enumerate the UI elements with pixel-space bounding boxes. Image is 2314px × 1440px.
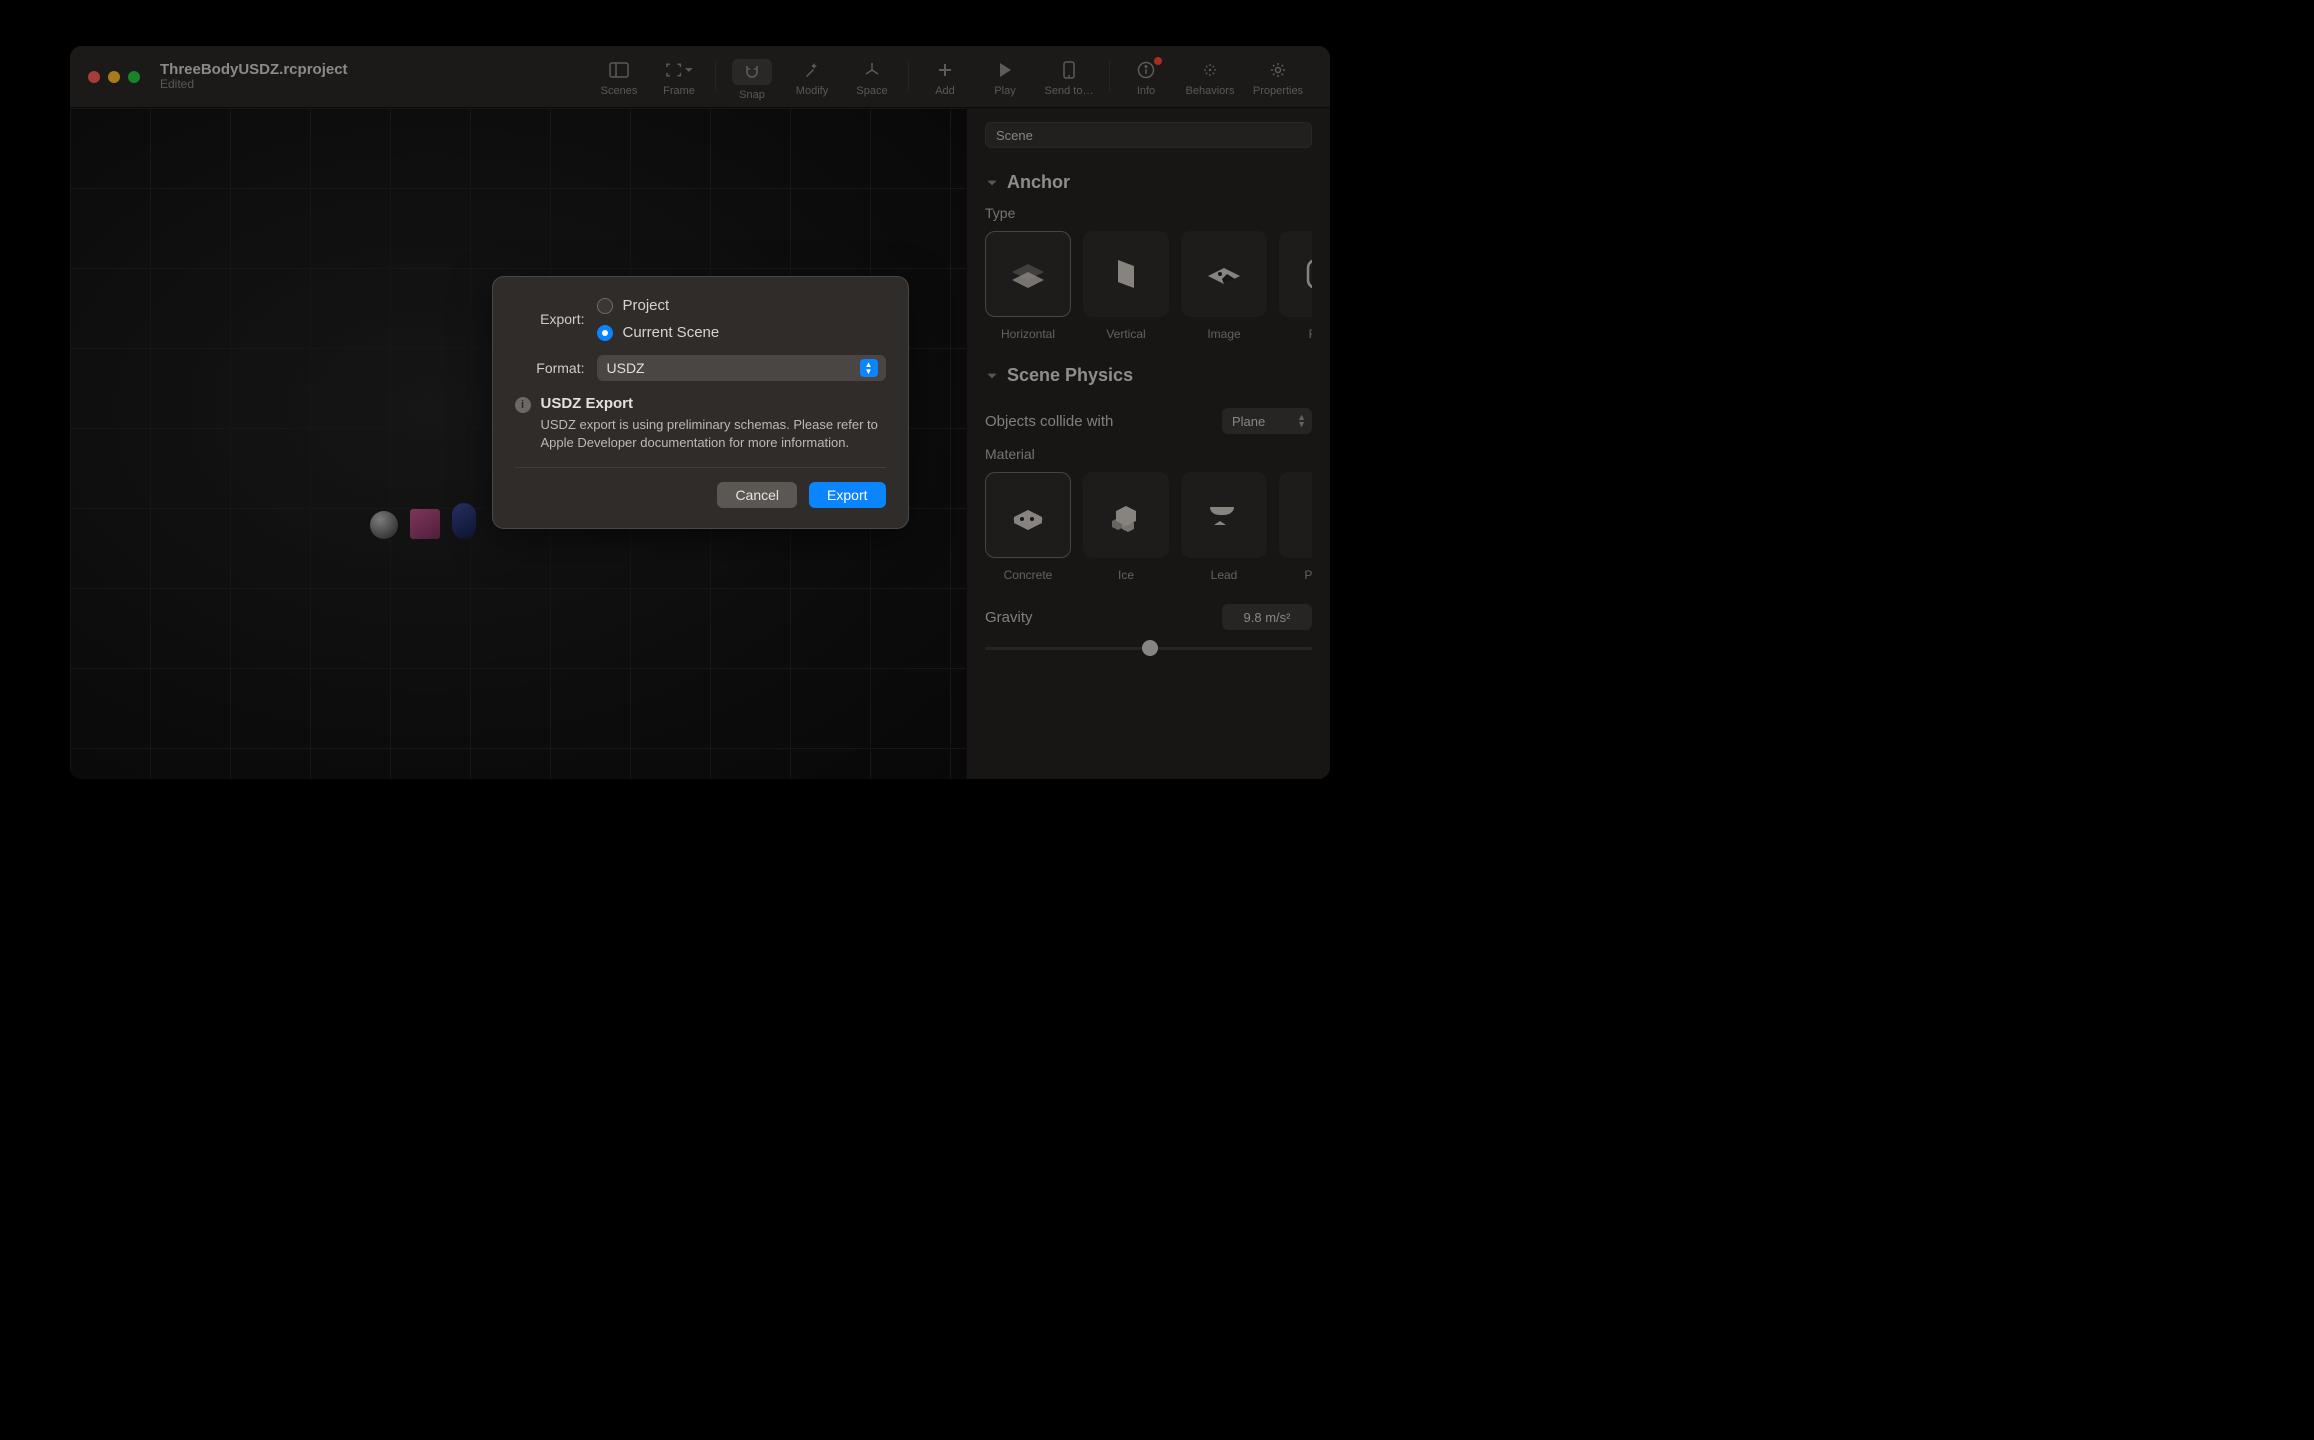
radio-icon [597,298,613,314]
info-icon: i [515,397,531,413]
export-dialog: Export: Project Current Scene Format: US… [492,276,909,529]
export-radio-project-label: Project [623,297,670,314]
export-radio-current-label: Current Scene [623,324,720,341]
export-info-body: USDZ export is using preliminary schemas… [541,416,886,451]
radio-icon [597,325,613,341]
export-info-title: USDZ Export [541,395,886,412]
format-combobox[interactable]: USDZ ▲▼ [597,355,886,381]
modal-divider [515,467,886,468]
cancel-button[interactable]: Cancel [717,482,797,508]
export-radio-project[interactable]: Project [597,297,720,314]
format-label: Format: [515,360,585,376]
export-label: Export: [515,311,585,327]
export-button[interactable]: Export [809,482,885,508]
modal-overlay: Export: Project Current Scene Format: US… [70,46,1330,779]
app-window: ThreeBodyUSDZ.rcproject Edited Scenes Fr… [70,46,1330,779]
updown-icon: ▲▼ [860,359,878,377]
format-value: USDZ [607,360,645,376]
export-radio-current-scene[interactable]: Current Scene [597,324,720,341]
